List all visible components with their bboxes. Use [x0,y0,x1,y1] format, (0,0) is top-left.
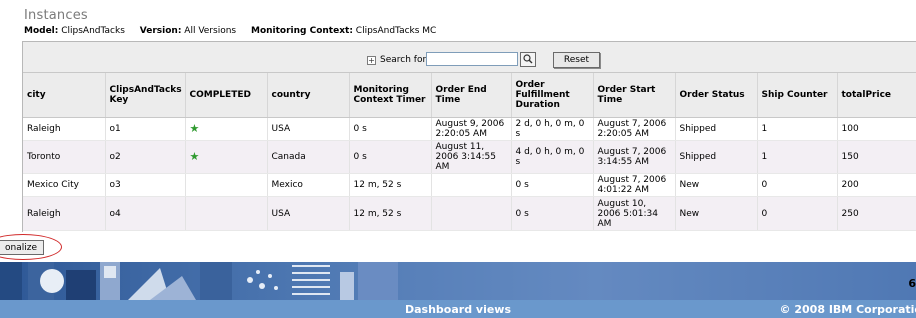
version-value: All Versions [184,26,237,36]
column-header[interactable]: totalPrice [837,73,916,118]
column-header[interactable]: Order Start Time [593,73,676,118]
instances-table-panel: + Search for: Reset city ClipsAndTacks K… [22,41,916,232]
cell-total-price: 100 [837,117,916,141]
cell-total-price: 200 [837,173,916,197]
cell-country: Canada [267,140,350,174]
cell-duration: 2 d, 0 h, 0 m, 0 s [511,117,594,141]
cell-key: o3 [105,173,186,197]
table-header-row: city ClipsAndTacks Key COMPLETED country… [23,73,916,118]
monitoring-context-label: Monitoring Context: [250,26,353,36]
cell-country: USA [267,196,350,231]
expand-search-icon[interactable]: + [367,56,376,65]
column-header[interactable]: COMPLETED [185,73,268,118]
column-header[interactable]: Order Status [675,73,758,118]
cell-completed [185,173,268,197]
cell-timer: 0 s [349,117,432,141]
cell-completed: ★ [185,117,268,141]
monitoring-context-value: ClipsAndTacks MC [355,26,437,36]
completed-star-icon: ★ [189,121,200,135]
cell-status: New [675,196,758,231]
table-row[interactable]: Raleigh o1 ★ USA 0 s August 9, 2006 2:20… [23,117,916,141]
instances-table: city ClipsAndTacks Key COMPLETED country… [23,73,916,231]
search-input[interactable] [426,52,518,66]
cell-timer: 12 m, 52 s [349,173,432,197]
cell-total-price: 150 [837,140,916,174]
footer-copyright: © 2008 IBM Corporatio [779,303,916,316]
cell-timer: 0 s [349,140,432,174]
highlight-oval [0,234,62,260]
cell-status: New [675,173,758,197]
cell-end-time: August 9, 2006 2:20:05 AM [431,117,512,141]
column-header[interactable]: country [267,73,350,118]
column-header[interactable]: Order Fulfillment Duration [511,73,594,118]
portlet-title: Instances [24,8,88,23]
cell-completed: ★ [185,140,268,174]
column-header[interactable]: Monitoring Context Timer [349,73,432,118]
cell-duration: 0 s [511,196,594,231]
cell-total-price: 250 [837,196,916,231]
cell-timer: 12 m, 52 s [349,196,432,231]
table-row[interactable]: Mexico City o3 Mexico 12 m, 52 s 0 s Aug… [23,173,916,197]
cell-city: Raleigh [23,117,106,141]
slide-banner-image [0,262,916,300]
cell-city: Toronto [23,140,106,174]
slide-footer: Dashboard views © 2008 IBM Corporatio [0,300,916,318]
cell-end-time [431,196,512,231]
table-row[interactable]: Raleigh o4 USA 12 m, 52 s 0 s August 10,… [23,196,916,231]
search-bar: + Search for: Reset [23,42,916,73]
cell-start-time: August 7, 2006 2:20:05 AM [593,117,676,141]
cell-start-time: August 7, 2006 3:14:55 AM [593,140,676,174]
cell-city: Mexico City [23,173,106,197]
cell-status: Shipped [675,140,758,174]
cell-start-time: August 10, 2006 5:01:34 AM [593,196,676,231]
cell-ship-counter: 1 [757,117,838,141]
cell-completed [185,196,268,231]
cell-ship-counter: 1 [757,140,838,174]
cell-start-time: August 7, 2006 4:01:22 AM [593,173,676,197]
cell-ship-counter: 0 [757,196,838,231]
cell-country: USA [267,117,350,141]
completed-star-icon: ★ [189,149,200,163]
cell-end-time: August 11, 2006 3:14:55 AM [431,140,512,174]
table-row[interactable]: Toronto o2 ★ Canada 0 s August 11, 2006 … [23,140,916,174]
reset-button[interactable]: Reset [553,52,600,68]
cell-end-time [431,173,512,197]
cell-duration: 4 d, 0 h, 0 m, 0 s [511,140,594,174]
search-label: Search for: [380,55,430,65]
slide-page-number: 6 [908,277,916,290]
instance-meta: Model: ClipsAndTacks Version: All Versio… [24,26,448,36]
column-header[interactable]: Ship Counter [757,73,838,118]
cell-status: Shipped [675,117,758,141]
cell-key: o2 [105,140,186,174]
magnifier-icon[interactable] [520,52,536,67]
cell-country: Mexico [267,173,350,197]
model-value: ClipsAndTacks [61,26,125,36]
column-header[interactable]: ClipsAndTacks Key [105,73,186,118]
cell-city: Raleigh [23,196,106,231]
model-label: Model: [24,26,59,36]
banner-mosaic [0,262,916,300]
cell-key: o1 [105,117,186,141]
cell-key: o4 [105,196,186,231]
cell-ship-counter: 0 [757,173,838,197]
column-header[interactable]: city [23,73,106,118]
cell-duration: 0 s [511,173,594,197]
column-header[interactable]: Order End Time [431,73,512,118]
version-label: Version: [139,26,182,36]
